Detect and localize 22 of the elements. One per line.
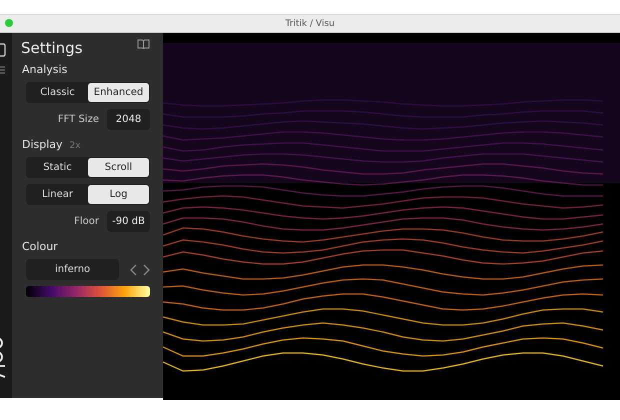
colormap-dropdown[interactable]: inferno: [26, 259, 120, 280]
field-label: Floor: [73, 216, 99, 227]
value-field[interactable]: 2048: [107, 109, 150, 130]
sidebar-title: Settings: [21, 39, 83, 57]
field-label: FFT Size: [56, 114, 99, 125]
panel-icon[interactable]: [0, 43, 6, 57]
segment-option[interactable]: Enhanced: [88, 83, 149, 102]
previous-icon[interactable]: [130, 264, 138, 276]
segment-option[interactable]: Classic: [27, 83, 88, 102]
next-icon[interactable]: [143, 264, 150, 276]
segment-option[interactable]: Static: [27, 158, 88, 177]
zoom-label: 2x: [70, 141, 81, 151]
section-title: Colour: [22, 240, 58, 253]
window-title: Tritik / Visu: [285, 18, 335, 28]
value-field[interactable]: -90 dB: [107, 211, 150, 232]
sliders-icon[interactable]: [0, 65, 5, 75]
segment-option[interactable]: Log: [88, 185, 149, 204]
section-title: Display: [22, 138, 63, 151]
book-icon[interactable]: [137, 39, 150, 49]
section-title: Analysis: [22, 63, 68, 76]
segment-option[interactable]: Scroll: [88, 158, 149, 177]
segment-option[interactable]: Linear: [27, 185, 88, 204]
